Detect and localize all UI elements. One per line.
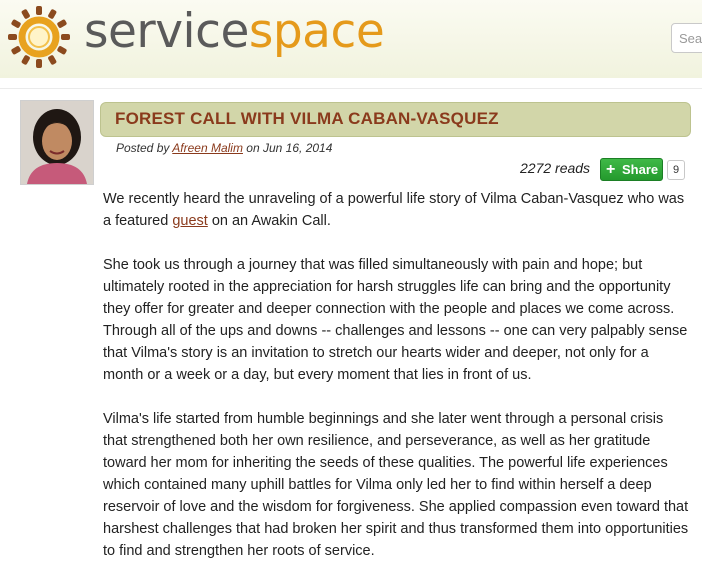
- paragraph-1-end: on an Awakin Call.: [207, 213, 331, 229]
- search-placeholder: Sear: [679, 31, 702, 46]
- posted-by-label: Posted by: [116, 141, 170, 155]
- author-avatar[interactable]: [20, 100, 94, 185]
- header-divider: [0, 88, 702, 89]
- post-date: Jun 16, 2014: [263, 141, 333, 155]
- site-header: servicespace Sear: [0, 0, 702, 78]
- author-link[interactable]: Afreen Malim: [172, 141, 243, 155]
- reads-count: 2272 reads: [520, 160, 591, 176]
- brand-space: space: [248, 4, 385, 59]
- post-title-bar: FOREST CALL WITH VILMA CABAN-VASQUEZ: [100, 102, 691, 137]
- guest-link[interactable]: guest: [172, 213, 207, 229]
- share-button[interactable]: + Share: [600, 158, 663, 181]
- author-photo-icon: [21, 101, 93, 184]
- date-prefix: on: [246, 141, 260, 155]
- share-label: Share: [622, 162, 659, 177]
- sun-ring-logo-icon[interactable]: [2, 5, 76, 69]
- post-meta: Posted by Afreen Malim on Jun 16, 2014: [116, 141, 332, 155]
- paragraph-3: Vilma's life started from humble beginni…: [103, 411, 689, 559]
- site-brand[interactable]: servicespace: [84, 4, 385, 60]
- paragraph-1: We recently heard the unraveling of a po…: [103, 188, 691, 232]
- brand-service: service: [84, 4, 249, 59]
- plus-icon: +: [606, 161, 616, 178]
- post-title: FOREST CALL WITH VILMA CABAN-VASQUEZ: [115, 109, 499, 128]
- share-count-badge: 9: [667, 160, 685, 180]
- search-input[interactable]: Sear: [671, 23, 702, 53]
- post-body: We recently heard the unraveling of a po…: [103, 188, 691, 584]
- paragraph-2: She took us through a journey that was f…: [103, 257, 688, 383]
